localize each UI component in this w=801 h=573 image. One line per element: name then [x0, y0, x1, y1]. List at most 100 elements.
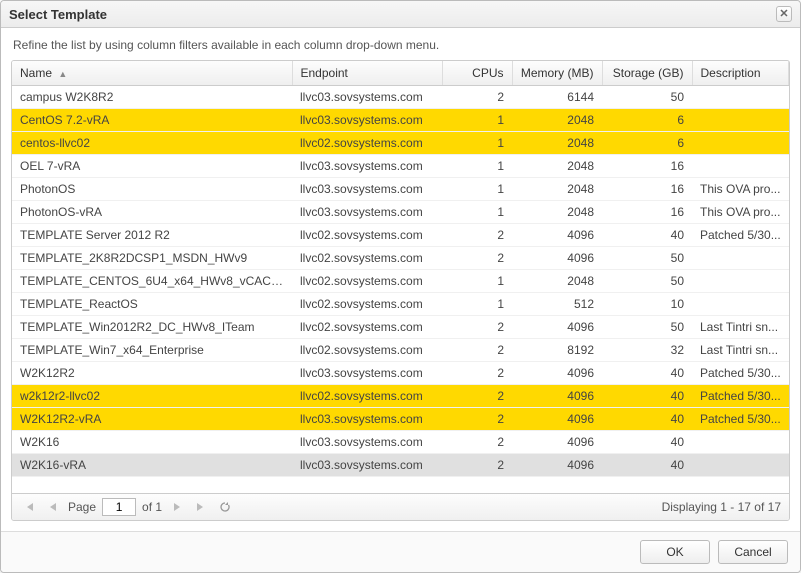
page-input[interactable]: [102, 498, 136, 516]
ok-button[interactable]: OK: [640, 540, 710, 564]
cell-storage: 40: [602, 408, 692, 431]
cell-description: [692, 293, 789, 316]
table-row[interactable]: TEMPLATE_ReactOSllvc02.sovsystems.com151…: [12, 293, 789, 316]
cell-memory: 2048: [512, 155, 602, 178]
table-row[interactable]: W2K16llvc03.sovsystems.com2409640: [12, 431, 789, 454]
table-row[interactable]: TEMPLATE Server 2012 R2llvc02.sovsystems…: [12, 224, 789, 247]
cell-description: This OVA pro...: [692, 178, 789, 201]
cell-endpoint: llvc03.sovsystems.com: [292, 178, 442, 201]
refresh-icon: [219, 501, 231, 513]
col-header-storage[interactable]: Storage (GB): [602, 61, 692, 86]
cell-endpoint: llvc02.sovsystems.com: [292, 270, 442, 293]
first-page-button[interactable]: [20, 498, 38, 516]
col-header-memory[interactable]: Memory (MB): [512, 61, 602, 86]
cell-endpoint: llvc02.sovsystems.com: [292, 247, 442, 270]
table-row[interactable]: TEMPLATE_Win2012R2_DC_HWv8_ITeamllvc02.s…: [12, 316, 789, 339]
cell-name: TEMPLATE_Win7_x64_Enterprise: [12, 339, 292, 362]
cell-name: centos-llvc02: [12, 132, 292, 155]
cell-cpus: 1: [442, 132, 512, 155]
display-label: Displaying 1 - 17 of 17: [662, 500, 781, 514]
table-row[interactable]: CentOS 7.2-vRAllvc03.sovsystems.com12048…: [12, 109, 789, 132]
table-row[interactable]: PhotonOS-vRAllvc03.sovsystems.com1204816…: [12, 201, 789, 224]
cell-cpus: 1: [442, 178, 512, 201]
cell-storage: 6: [602, 132, 692, 155]
dialog-title: Select Template: [9, 7, 107, 22]
cell-name: TEMPLATE_Win2012R2_DC_HWv8_ITeam: [12, 316, 292, 339]
table-row[interactable]: TEMPLATE_CENTOS_6U4_x64_HWv8_vCAC_ITeaml…: [12, 270, 789, 293]
cell-description: Last Tintri sn...: [692, 316, 789, 339]
next-page-button[interactable]: [168, 498, 186, 516]
table-row[interactable]: w2k12r2-llvc02llvc02.sovsystems.com24096…: [12, 385, 789, 408]
table-row[interactable]: TEMPLATE_2K8R2DCSP1_MSDN_HWv9llvc02.sovs…: [12, 247, 789, 270]
grid-body[interactable]: campus W2K8R2llvc03.sovsystems.com261445…: [12, 86, 789, 493]
cell-memory: 4096: [512, 362, 602, 385]
cell-description: Last Tintri sn...: [692, 339, 789, 362]
col-header-memory-label: Memory (MB): [521, 66, 594, 80]
cell-cpus: 2: [442, 86, 512, 109]
cell-storage: 32: [602, 339, 692, 362]
cell-description: [692, 109, 789, 132]
col-header-name-label: Name: [20, 66, 52, 80]
cell-endpoint: llvc03.sovsystems.com: [292, 86, 442, 109]
table-row[interactable]: W2K12R2llvc03.sovsystems.com2409640Patch…: [12, 362, 789, 385]
col-header-name[interactable]: Name ▲: [12, 61, 292, 86]
cell-cpus: 2: [442, 408, 512, 431]
cell-cpus: 2: [442, 385, 512, 408]
cell-name: campus W2K8R2: [12, 86, 292, 109]
cell-cpus: 2: [442, 316, 512, 339]
cell-description: [692, 454, 789, 477]
cell-storage: 10: [602, 293, 692, 316]
prev-page-button[interactable]: [44, 498, 62, 516]
close-button[interactable]: ✕: [776, 6, 792, 22]
cell-name: CentOS 7.2-vRA: [12, 109, 292, 132]
page-of-label: of 1: [142, 500, 162, 514]
cell-endpoint: llvc02.sovsystems.com: [292, 316, 442, 339]
cell-memory: 4096: [512, 431, 602, 454]
cell-name: OEL 7-vRA: [12, 155, 292, 178]
cell-name: W2K16: [12, 431, 292, 454]
cell-name: TEMPLATE_ReactOS: [12, 293, 292, 316]
table-row[interactable]: campus W2K8R2llvc03.sovsystems.com261445…: [12, 86, 789, 109]
last-page-button[interactable]: [192, 498, 210, 516]
cell-storage: 40: [602, 224, 692, 247]
grid-rows-table: campus W2K8R2llvc03.sovsystems.com261445…: [12, 86, 789, 477]
cell-storage: 16: [602, 201, 692, 224]
cell-description: Patched 5/30...: [692, 408, 789, 431]
table-row[interactable]: PhotonOSllvc03.sovsystems.com1204816This…: [12, 178, 789, 201]
page-label: Page: [68, 500, 96, 514]
dialog-footer: OK Cancel: [1, 531, 800, 572]
col-header-cpus[interactable]: CPUs: [442, 61, 512, 86]
cell-storage: 16: [602, 178, 692, 201]
cell-memory: 8192: [512, 339, 602, 362]
pager: Page of 1 Displaying 1 - 17 of 17: [12, 493, 789, 520]
table-row[interactable]: W2K12R2-vRAllvc03.sovsystems.com2409640P…: [12, 408, 789, 431]
header-row: Name ▲ Endpoint CPUs Memory (MB) Storage…: [12, 61, 789, 86]
cell-name: W2K16-vRA: [12, 454, 292, 477]
cell-memory: 6144: [512, 86, 602, 109]
table-row[interactable]: W2K16-vRAllvc03.sovsystems.com2409640: [12, 454, 789, 477]
sort-asc-icon: ▲: [58, 69, 67, 79]
cell-endpoint: llvc03.sovsystems.com: [292, 155, 442, 178]
select-template-dialog: Select Template ✕ Refine the list by usi…: [0, 0, 801, 573]
cell-description: Patched 5/30...: [692, 224, 789, 247]
cancel-button[interactable]: Cancel: [718, 540, 788, 564]
cell-description: [692, 270, 789, 293]
table-row[interactable]: TEMPLATE_Win7_x64_Enterprisellvc02.sovsy…: [12, 339, 789, 362]
cell-storage: 50: [602, 316, 692, 339]
refresh-button[interactable]: [216, 498, 234, 516]
table-row[interactable]: centos-llvc02llvc02.sovsystems.com120486: [12, 132, 789, 155]
prev-page-icon: [47, 501, 59, 513]
cell-description: This OVA pro...: [692, 201, 789, 224]
cell-name: W2K12R2: [12, 362, 292, 385]
cell-memory: 4096: [512, 385, 602, 408]
table-row[interactable]: OEL 7-vRAllvc03.sovsystems.com1204816: [12, 155, 789, 178]
cell-description: Patched 5/30...: [692, 385, 789, 408]
cell-description: Patched 5/30...: [692, 362, 789, 385]
cell-description: [692, 247, 789, 270]
col-header-endpoint-label: Endpoint: [301, 66, 348, 80]
cell-storage: 40: [602, 454, 692, 477]
col-header-endpoint[interactable]: Endpoint: [292, 61, 442, 86]
cell-name: TEMPLATE Server 2012 R2: [12, 224, 292, 247]
cell-endpoint: llvc02.sovsystems.com: [292, 224, 442, 247]
col-header-description[interactable]: Description: [692, 61, 789, 86]
